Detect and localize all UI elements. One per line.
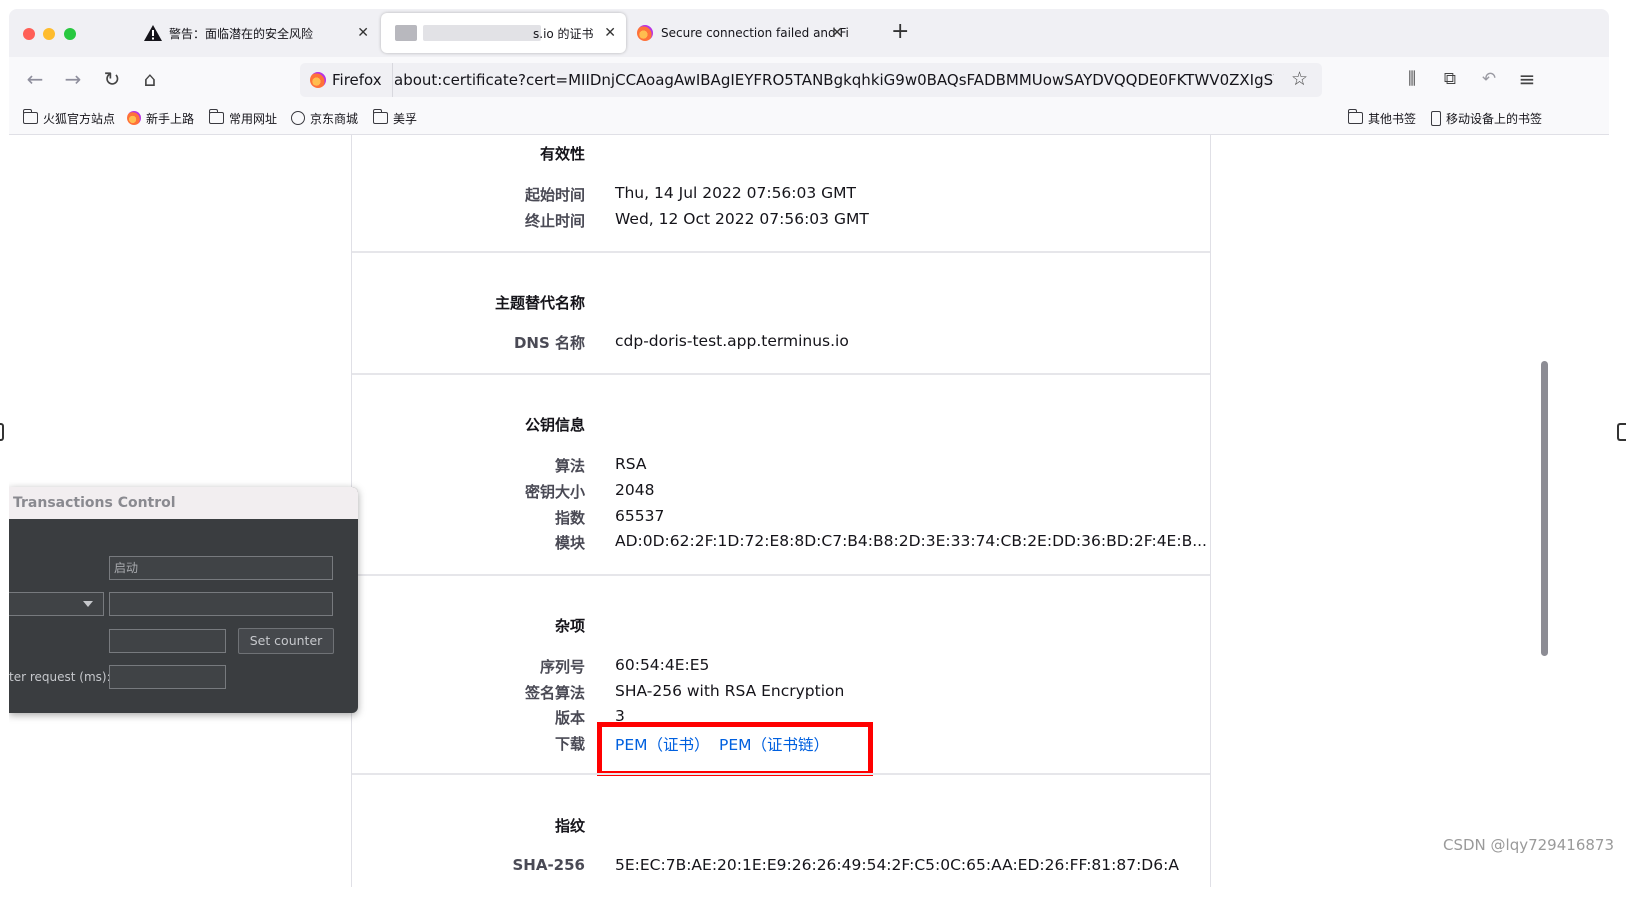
folder-icon: [1347, 109, 1363, 124]
back-button[interactable]: ←: [21, 65, 49, 93]
serial-number-value: 60:54:4E:E5: [615, 656, 710, 674]
bookmark-label: 新手上路: [146, 111, 195, 126]
bookmark-meifu[interactable]: 美孚: [372, 109, 418, 127]
tab-security-warning[interactable]: 警告：面临潜在的安全风险 ✕: [129, 13, 379, 53]
bookmark-getting-started[interactable]: 新手上路: [127, 109, 194, 127]
section-title-validity: 有效性: [539, 145, 585, 163]
bookmark-other[interactable]: 其他书签: [1347, 109, 1417, 127]
start-field[interactable]: 启动: [109, 556, 333, 580]
minimize-window-button[interactable]: [43, 28, 55, 40]
bookmark-label: 美孚: [393, 111, 418, 126]
sha256-label: SHA-256: [512, 856, 585, 874]
transactions-control-dialog: Transactions Control 启动 Set counter ter …: [9, 487, 358, 713]
not-after-label: 终止时间: [524, 212, 585, 230]
certificate-viewer: 有效性 起始时间 Thu, 14 Jul 2022 07:56:03 GMT 终…: [9, 135, 1609, 887]
phone-icon: [1431, 110, 1441, 126]
bookmark-common-sites[interactable]: 常用网址: [208, 109, 278, 127]
reload-button[interactable]: ↻: [98, 65, 126, 93]
zoom-window-button[interactable]: [64, 28, 76, 40]
counter-field[interactable]: [109, 629, 226, 653]
mode-select[interactable]: [9, 592, 104, 616]
set-counter-button[interactable]: Set counter: [238, 628, 334, 654]
bookmark-star-icon[interactable]: ☆: [1291, 68, 1308, 90]
signature-algorithm-value: SHA-256 with RSA Encryption: [615, 682, 845, 700]
section-divider: [352, 373, 1210, 375]
blurred-text: [423, 25, 541, 41]
left-resize-handle[interactable]: [0, 423, 4, 441]
section-divider: [352, 773, 1210, 775]
section-title-public-key: 公钥信息: [524, 416, 585, 434]
algorithm-value: RSA: [615, 455, 647, 473]
section-title-san: 主题替代名称: [494, 294, 585, 312]
section-divider: [352, 574, 1210, 576]
library-icon[interactable]: ⫼: [1398, 65, 1426, 93]
browser-window: 警告：面临潜在的安全风险 ✕ s.io 的证书 ✕ Secure connect…: [9, 9, 1609, 887]
screen-bottom-edge: [0, 887, 1626, 898]
not-before-label: 起始时间: [524, 186, 585, 204]
page-scrollbar[interactable]: [1541, 361, 1548, 656]
tab-label: 警告：面临潜在的安全风险: [169, 26, 314, 41]
close-window-button[interactable]: [23, 28, 35, 40]
home-button[interactable]: ⌂: [136, 65, 164, 93]
undo-icon[interactable]: ↶: [1475, 65, 1503, 93]
bookmark-label: 常用网址: [229, 111, 278, 126]
sha256-value: 5E:EC:7B:AE:20:1E:E9:26:26:49:54:2F:C5:0…: [615, 856, 1179, 874]
certificate-details: 有效性 起始时间 Thu, 14 Jul 2022 07:56:03 GMT 终…: [351, 135, 1211, 887]
download-label: 下载: [554, 735, 585, 753]
bookmark-label: 火狐官方站点: [43, 111, 116, 126]
identity-label: Firefox: [332, 71, 382, 89]
section-title-fingerprints: 指纹: [554, 817, 585, 835]
bookmark-firefox-official[interactable]: 火狐官方站点: [22, 109, 116, 127]
blurred-favicon: [395, 25, 417, 41]
bookmark-jd-mall[interactable]: 京东商城: [291, 109, 358, 127]
tab-strip: 警告：面临潜在的安全风险 ✕ s.io 的证书 ✕ Secure connect…: [9, 9, 1609, 57]
bookmark-label: 京东商城: [310, 111, 359, 126]
right-resize-handle[interactable]: [1617, 423, 1626, 441]
key-size-value: 2048: [615, 481, 655, 499]
forward-button[interactable]: →: [59, 65, 87, 93]
bookmark-label: 其他书签: [1368, 111, 1417, 126]
not-after-value: Wed, 12 Oct 2022 07:56:03 GMT: [615, 210, 869, 228]
dns-name-value: cdp-doris-test.app.terminus.io: [615, 332, 849, 350]
url-bar[interactable]: Firefox about:certificate?cert=MIIDnjCCA…: [300, 63, 1322, 97]
chevron-down-icon: [83, 601, 93, 607]
value-field[interactable]: [109, 592, 333, 616]
not-before-value: Thu, 14 Jul 2022 07:56:03 GMT: [615, 184, 857, 202]
bookmark-mobile[interactable]: 移动设备上的书签: [1431, 109, 1542, 127]
csdn-watermark: CSDN @lqy729416873: [1443, 836, 1614, 854]
tab-label: Secure connection failed and Fi: [661, 26, 849, 40]
new-tab-button[interactable]: +: [891, 21, 909, 43]
firefox-icon: [310, 72, 326, 88]
modulus-value: AD:0D:62:2F:1D:72:E8:8D:C7:B4:B8:2D:3E:3…: [615, 532, 1207, 550]
extension-icon[interactable]: ⧉: [1436, 65, 1464, 93]
section-divider: [352, 251, 1210, 253]
close-icon[interactable]: ✕: [357, 25, 369, 41]
delay-label: ter request (ms):: [9, 670, 111, 684]
menu-icon[interactable]: ≡: [1513, 65, 1541, 93]
close-icon[interactable]: ✕: [604, 25, 616, 41]
tab-secure-connection-failed[interactable]: Secure connection failed and Fi ✕: [629, 13, 879, 53]
url-input[interactable]: about:certificate?cert=MIIDnjCCAoagAwIBA…: [394, 63, 1274, 97]
navigation-bar: ← → ↻ ⌂ Firefox about:certificate?cert=M…: [9, 57, 1609, 101]
tab-certificate[interactable]: s.io 的证书 ✕: [381, 13, 626, 53]
close-icon[interactable]: ✕: [831, 25, 843, 41]
red-highlight-box: [597, 722, 873, 776]
dialog-title[interactable]: Transactions Control: [9, 487, 358, 519]
algorithm-label: 算法: [554, 457, 585, 475]
folder-icon: [208, 109, 224, 124]
dns-name-label: DNS 名称: [513, 334, 585, 352]
bookmarks-toolbar: 火狐官方站点 新手上路 常用网址 京东商城 美孚 其他书签 移动设备上的书签: [9, 101, 1609, 135]
globe-icon: [291, 111, 305, 125]
tab-label: s.io 的证书: [533, 27, 594, 41]
folder-icon: [22, 109, 38, 124]
bookmark-label: 移动设备上的书签: [1446, 111, 1543, 126]
firefox-icon: [127, 111, 141, 125]
delay-field[interactable]: [109, 665, 226, 689]
exponent-value: 65537: [615, 507, 665, 525]
identity-box[interactable]: Firefox: [300, 63, 393, 97]
warning-triangle-icon: [144, 25, 162, 41]
folder-icon: [372, 109, 388, 124]
firefox-icon: [637, 25, 653, 41]
